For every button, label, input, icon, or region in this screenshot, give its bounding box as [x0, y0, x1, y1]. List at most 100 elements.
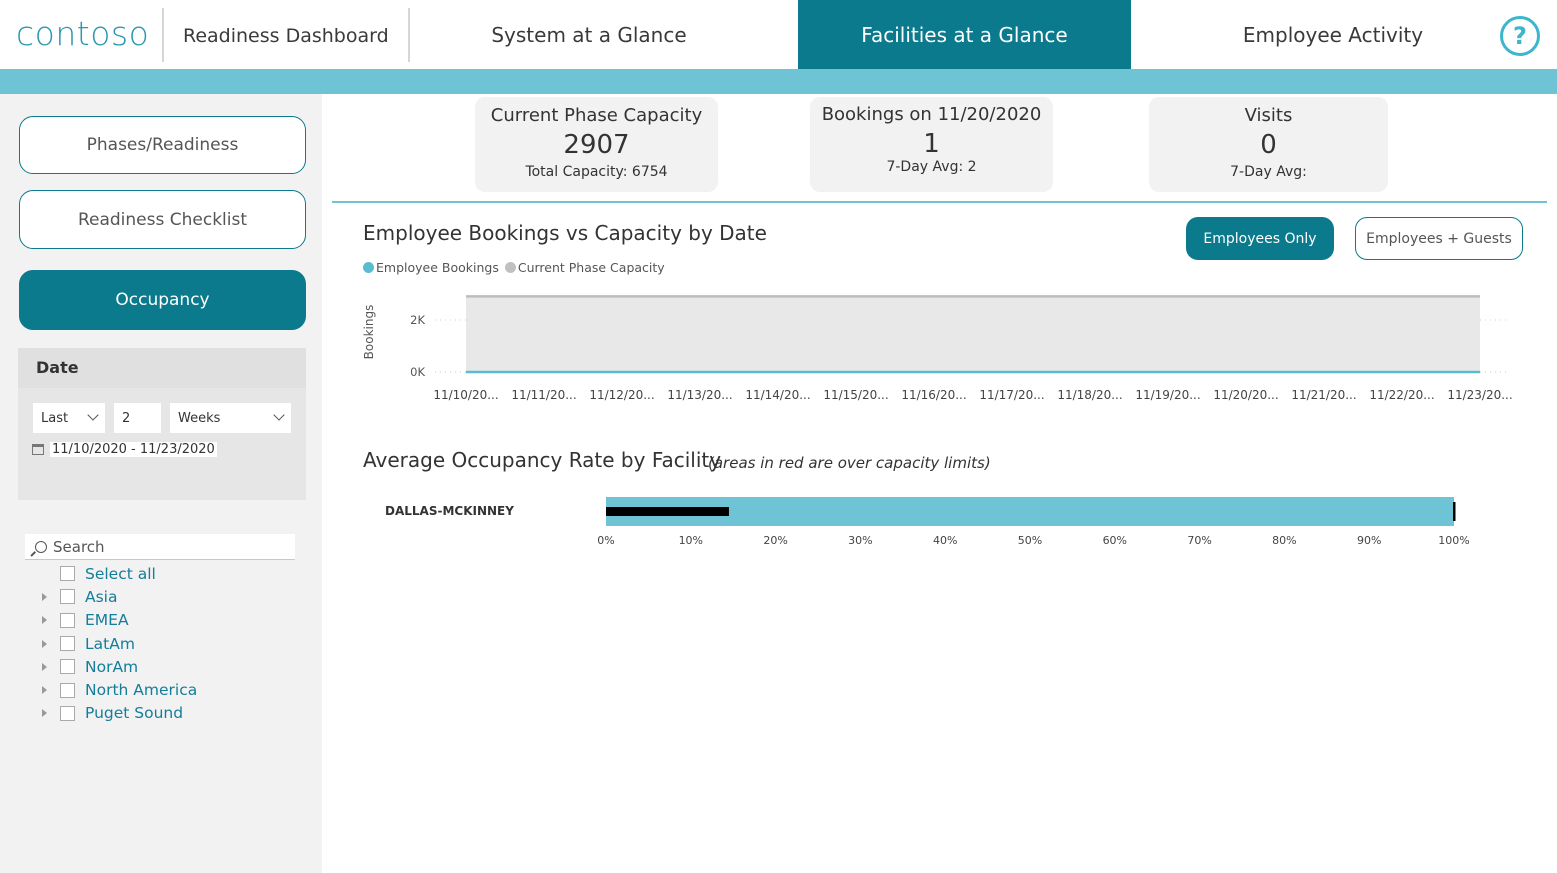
x-tick-label: 11/11/20...	[511, 388, 576, 402]
x-tick-label: 11/12/20...	[589, 388, 654, 402]
occupancy-button[interactable]: Occupancy	[19, 270, 306, 330]
readiness-checklist-button[interactable]: Readiness Checklist	[19, 190, 306, 249]
accent-strip	[0, 69, 1557, 94]
chevron-down-icon	[87, 409, 99, 421]
kpi-value: 2907	[563, 130, 630, 160]
checkbox[interactable]	[60, 636, 75, 652]
legend-item: Employee Bookings	[363, 260, 499, 275]
x-tick-label: 80%	[1272, 534, 1296, 547]
kpi-title: Bookings on 11/20/2020	[821, 104, 1042, 125]
tree-item-label: North America	[85, 681, 198, 700]
category-label: DALLAS-MCKINNEY	[385, 504, 514, 518]
occupancy-bar	[606, 497, 1454, 526]
sidebar: Phases/Readiness Readiness Checklist Occ…	[0, 94, 322, 873]
x-tick-label: 70%	[1187, 534, 1211, 547]
checkbox[interactable]	[60, 659, 75, 675]
checkbox[interactable]	[60, 566, 75, 582]
date-filter-title: Date	[36, 358, 79, 377]
x-tick-label: 11/20/20...	[1213, 388, 1278, 402]
x-tick-label: 11/21/20...	[1291, 388, 1356, 402]
period-mode-select[interactable]: Last	[33, 403, 105, 433]
tab-employee-activity[interactable]: Employee Activity	[1160, 0, 1506, 69]
y-tick-label: 0K	[410, 365, 425, 379]
expand-caret-icon[interactable]	[42, 709, 47, 718]
expand-caret-icon[interactable]	[42, 592, 47, 601]
period-unit-select[interactable]: Weeks	[170, 403, 291, 433]
period-count-value: 2	[122, 410, 131, 426]
app-title: Readiness Dashboard	[183, 25, 389, 47]
tree-item-label: EMEA	[85, 611, 129, 630]
x-tick-label: 11/17/20...	[979, 388, 1044, 402]
x-tick-label: 40%	[933, 534, 957, 547]
kpi-title: Current Phase Capacity	[490, 105, 703, 126]
y-axis-title: Bookings	[362, 305, 376, 360]
kpi-value: 0	[1260, 130, 1277, 160]
search-icon	[35, 540, 47, 553]
legend-item: Current Phase Capacity	[504, 260, 665, 275]
capacity-marker	[1453, 502, 1456, 521]
x-tick-label: 11/22/20...	[1369, 388, 1434, 402]
kpi-subtext: Total Capacity: 6754	[525, 164, 668, 180]
checkbox[interactable]	[60, 705, 75, 721]
kpi-card-capacity: Current Phase Capacity 2907 Total Capaci…	[475, 97, 718, 192]
search-input[interactable]: Search	[25, 534, 295, 560]
section-divider	[332, 201, 1547, 203]
x-tick-label: 10%	[679, 534, 703, 547]
kpi-title: Visits	[1244, 105, 1293, 126]
x-tick-label: 11/18/20...	[1057, 388, 1122, 402]
header-divider	[162, 8, 164, 62]
checkbox[interactable]	[60, 612, 75, 628]
legend-swatch	[504, 262, 516, 273]
occupancy-chart-note: (areas in red are over capacity limits)	[708, 454, 991, 472]
tree-item-label: Puget Sound	[85, 704, 184, 723]
x-tick-label: 11/10/20...	[433, 388, 498, 402]
tree-item-label: LatAm	[85, 634, 135, 653]
expand-caret-icon[interactable]	[42, 616, 47, 625]
calendar-icon	[32, 444, 44, 455]
occupancy-value-bar	[606, 507, 729, 516]
x-tick-label: 60%	[1103, 534, 1127, 547]
y-tick-label: 2K	[410, 313, 425, 327]
bookings-chart-legend: Employee Bookings Current Phase Capacity	[363, 260, 665, 275]
x-tick-label: 100%	[1438, 534, 1469, 547]
date-range[interactable]: 11/10/2020 - 11/23/2020	[32, 442, 217, 457]
bookings-chart-title: Employee Bookings vs Capacity by Date	[363, 221, 767, 245]
expand-caret-icon[interactable]	[42, 662, 47, 671]
tree-item-label: NorAm	[85, 657, 139, 676]
period-count-input[interactable]: 2	[114, 403, 161, 433]
checkbox[interactable]	[60, 682, 75, 698]
kpi-subtext: 7-Day Avg:	[1230, 164, 1307, 180]
search-placeholder: Search	[53, 537, 105, 556]
x-tick-label: 90%	[1357, 534, 1381, 547]
occupancy-bar-chart: DALLAS-MCKINNEY 0% 10% 20% 30% 40% 50% 60% 70% 80…	[385, 497, 1470, 547]
x-tick-label: 50%	[1018, 534, 1042, 547]
legend-swatch	[363, 262, 374, 273]
x-tick-label: 11/15/20...	[823, 388, 888, 402]
period-unit-value: Weeks	[178, 410, 221, 426]
kpi-card-bookings: Bookings on 11/20/2020 1 7-Day Avg: 2	[810, 97, 1053, 192]
date-filter: Date Last 2 Weeks 11/10/2020 - 11/23/202…	[18, 348, 306, 500]
legend-label: Current Phase Capacity	[517, 260, 665, 275]
kpi-value: 1	[923, 129, 940, 159]
legend-label: Employee Bookings	[376, 260, 499, 275]
expand-caret-icon[interactable]	[42, 686, 47, 695]
expand-caret-icon[interactable]	[42, 639, 47, 648]
employees-guests-button[interactable]: Employees + Guests	[1355, 217, 1523, 260]
tab-system-at-a-glance[interactable]: System at a Glance	[412, 0, 766, 69]
x-tick-label: 11/19/20...	[1135, 388, 1200, 402]
date-filter-header: Date	[18, 348, 306, 388]
x-tick-label: 0%	[597, 534, 614, 547]
top-header: contoso Readiness Dashboard System at a …	[0, 0, 1557, 69]
employees-only-button[interactable]: Employees Only	[1186, 217, 1334, 260]
phases-readiness-button[interactable]: Phases/Readiness	[19, 116, 306, 174]
x-tick-label: 20%	[763, 534, 787, 547]
kpi-subtext: 7-Day Avg: 2	[886, 159, 977, 175]
kpi-card-visits: Visits 0 7-Day Avg:	[1149, 97, 1388, 192]
tree-item-label: Select all	[85, 564, 156, 583]
date-range-text: 11/10/2020 - 11/23/2020	[50, 442, 217, 457]
help-icon[interactable]: ?	[1500, 16, 1540, 56]
x-tick-label: 30%	[848, 534, 872, 547]
checkbox[interactable]	[60, 589, 75, 605]
tab-facilities-at-a-glance[interactable]: Facilities at a Glance	[798, 0, 1131, 69]
tree-item-label: Asia	[85, 587, 118, 606]
